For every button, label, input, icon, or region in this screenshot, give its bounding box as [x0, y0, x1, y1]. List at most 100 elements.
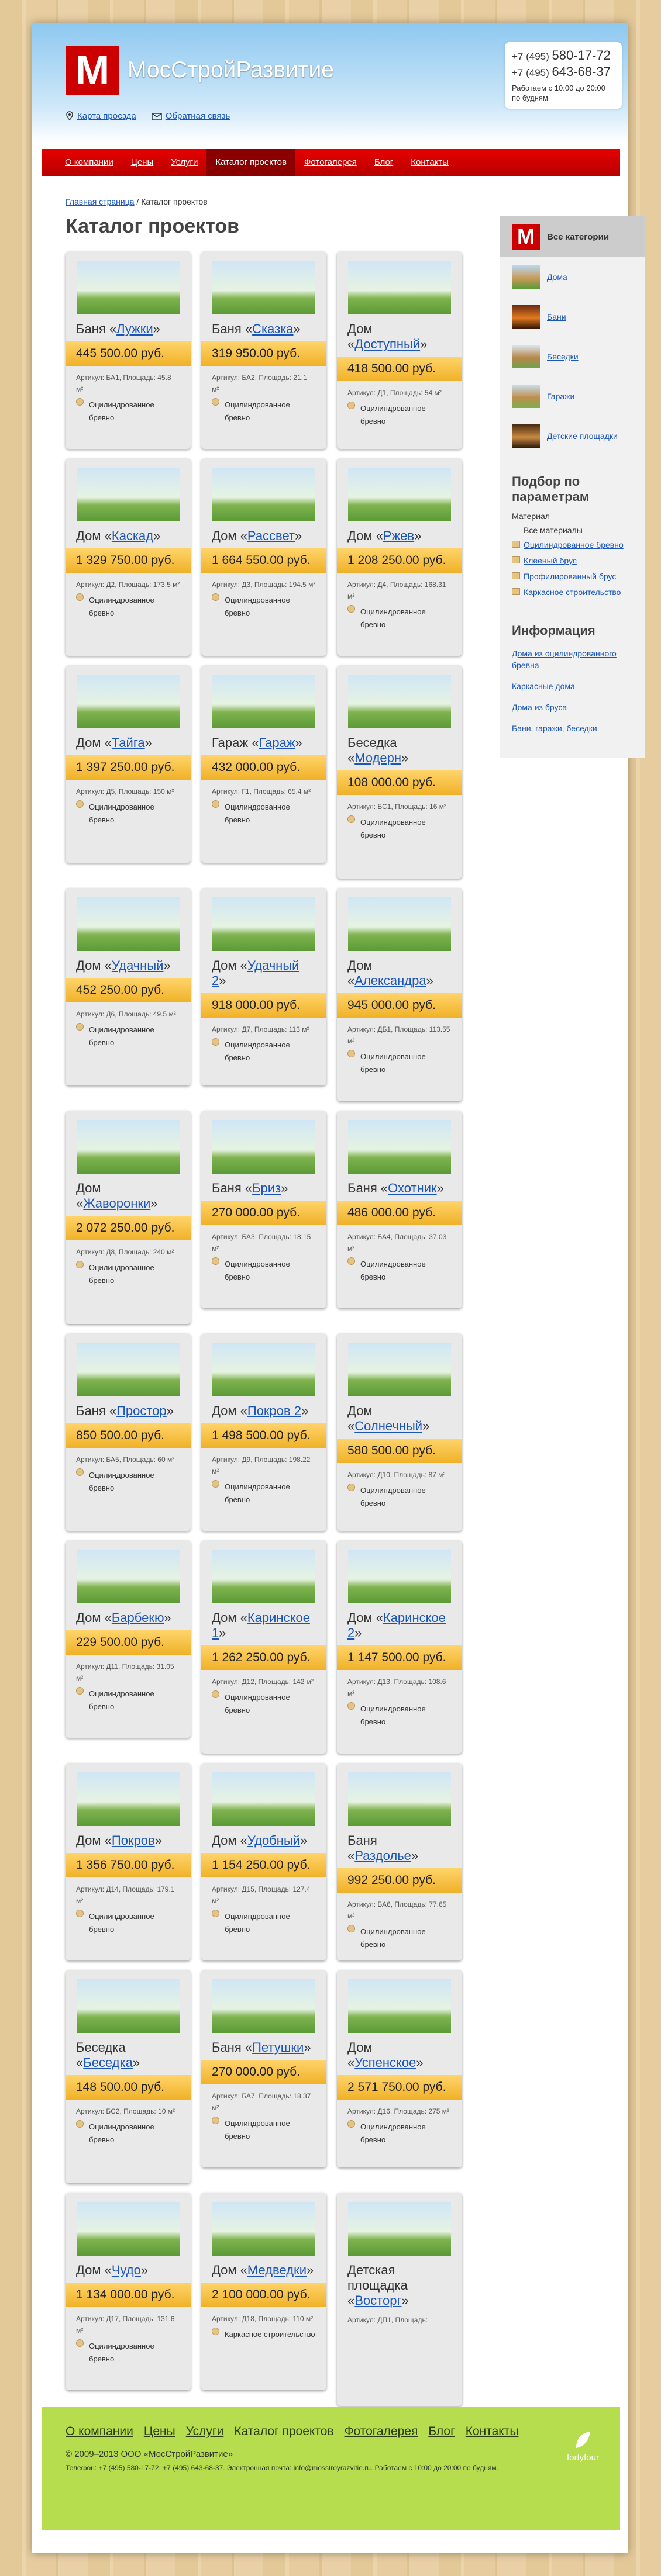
project-link[interactable]: Рассвет	[247, 528, 295, 543]
project-card[interactable]: Дом «Ржев» 1 208 250.00 руб. Артикул: Д4, …	[337, 458, 462, 656]
project-link[interactable]: Удачный	[112, 958, 164, 973]
project-image[interactable]	[77, 1550, 180, 1603]
project-image[interactable]	[212, 468, 315, 521]
project-image[interactable]	[77, 1772, 180, 1826]
project-link[interactable]: Беседка	[83, 2055, 133, 2070]
project-link[interactable]: Барбекю	[112, 1610, 164, 1625]
project-link[interactable]: Солнечный	[354, 1419, 422, 1433]
project-link[interactable]: Доступный	[354, 337, 420, 351]
project-card[interactable]: Дом «Барбекю» 229 500.00 руб. Артикул: Д11…	[66, 1540, 191, 1738]
project-link[interactable]: Покров 2	[247, 1403, 301, 1418]
project-card[interactable]: Дом «Рассвет» 1 664 550.00 руб. Артикул: Д…	[201, 458, 326, 656]
project-image[interactable]	[212, 1120, 315, 1174]
project-card[interactable]: Дом «Доступный» 418 500.00 руб. Артикул: Д…	[337, 251, 462, 449]
project-image[interactable]	[348, 1550, 451, 1603]
info-link[interactable]: Дома из бруса	[500, 697, 645, 718]
project-image[interactable]	[77, 468, 180, 521]
nav-item-prices[interactable]: Цены	[122, 149, 163, 176]
sidebar-item-gazebos[interactable]: Беседки	[500, 337, 645, 376]
info-link[interactable]: Каркасные дома	[500, 676, 645, 697]
project-link[interactable]: Восторг	[354, 2293, 401, 2308]
project-card[interactable]: Баня «Петушки» 270 000.00 руб. Артикул: БА…	[201, 1970, 326, 2167]
project-link[interactable]: Раздолье	[354, 1848, 411, 1863]
project-link[interactable]: Охотник	[388, 1181, 437, 1195]
project-card[interactable]: Дом «Удачный» 452 250.00 руб. Артикул: Д6,…	[66, 888, 191, 1085]
project-link[interactable]: Каскад	[112, 528, 153, 543]
project-link[interactable]: Ржев	[383, 528, 414, 543]
feedback-link[interactable]: Обратная связь	[152, 111, 230, 123]
project-card[interactable]: Беседка «Беседка» 148 500.00 руб. Артикул:…	[66, 1970, 191, 2183]
project-card[interactable]: Гараж «Гараж» 432 000.00 руб. Артикул: Г1,…	[201, 665, 326, 863]
project-image[interactable]	[348, 261, 451, 314]
project-link[interactable]: Медведки	[247, 2263, 307, 2277]
nav-item-services[interactable]: Услуги	[162, 149, 206, 176]
project-image[interactable]	[348, 1343, 451, 1396]
nav-item-contacts[interactable]: Контакты	[402, 149, 457, 176]
footer-link-gallery[interactable]: Фотогалерея	[345, 2425, 418, 2439]
project-image[interactable]	[77, 1343, 180, 1396]
project-image[interactable]	[348, 675, 451, 728]
project-link[interactable]: Бриз	[252, 1181, 281, 1195]
project-link[interactable]: Жаворонки	[83, 1196, 150, 1211]
project-card[interactable]: Дом «Покров 2» 1 498 500.00 руб. Артикул: …	[201, 1333, 326, 1531]
project-image[interactable]	[348, 1772, 451, 1826]
logo[interactable]: M МосСтройРазвитие	[66, 46, 334, 95]
project-card[interactable]: Баня «Сказка» 319 950.00 руб. Артикул: БА2…	[201, 251, 326, 449]
sidebar-item-saunas[interactable]: Бани	[500, 297, 645, 337]
project-image[interactable]	[348, 897, 451, 951]
nav-item-about[interactable]: О компании	[56, 149, 122, 176]
nav-item-blog[interactable]: Блог	[366, 149, 402, 176]
project-image[interactable]	[212, 1343, 315, 1396]
project-card[interactable]: Дом «Каринское 1» 1 262 250.00 руб. Артику…	[201, 1540, 326, 1754]
project-image[interactable]	[212, 1772, 315, 1826]
project-image[interactable]	[212, 1550, 315, 1603]
project-card[interactable]: Дом «Успенское» 2 571 750.00 руб. Артикул:…	[337, 1970, 462, 2167]
project-card[interactable]: Баня «Бриз» 270 000.00 руб. Артикул: БА3, …	[201, 1111, 326, 1308]
project-image[interactable]	[348, 468, 451, 521]
project-image[interactable]	[348, 1979, 451, 2033]
project-link[interactable]: Покров	[112, 1833, 155, 1848]
project-link[interactable]: Петушки	[252, 2040, 304, 2055]
footer-link-contacts[interactable]: Контакты	[466, 2425, 519, 2439]
map-link[interactable]: Карта проезда	[66, 111, 136, 123]
project-link[interactable]: Гараж	[259, 735, 295, 750]
nav-item-catalog[interactable]: Каталог проектов	[206, 149, 295, 176]
project-card[interactable]: Дом «Александра» 945 000.00 руб. Артикул: …	[337, 888, 462, 1101]
project-image[interactable]	[77, 675, 180, 728]
project-card[interactable]: Дом «Тайга» 1 397 250.00 руб. Артикул: Д5,…	[66, 665, 191, 863]
project-card[interactable]: Дом «Покров» 1 356 750.00 руб. Артикул: Д1…	[66, 1763, 191, 1960]
sidebar-item-playgrounds[interactable]: Детские площадки	[500, 416, 645, 456]
developer-logo[interactable]: fortyfour	[567, 2430, 599, 2463]
project-card[interactable]: Дом «Удобный» 1 154 250.00 руб. Артикул: Д…	[201, 1763, 326, 1960]
project-image[interactable]	[77, 897, 180, 951]
sidebar-all-categories[interactable]: M Все категории	[500, 216, 645, 257]
project-image[interactable]	[212, 2202, 315, 2256]
project-image[interactable]	[348, 2202, 451, 2256]
project-image[interactable]	[212, 675, 315, 728]
project-image[interactable]	[212, 261, 315, 314]
footer-link-prices[interactable]: Цены	[144, 2425, 175, 2439]
footer-link-blog[interactable]: Блог	[428, 2425, 455, 2439]
filter-all-materials[interactable]: Все материалы	[500, 523, 645, 537]
nav-item-gallery[interactable]: Фотогалерея	[295, 149, 366, 176]
project-image[interactable]	[77, 1979, 180, 2033]
footer-link-about[interactable]: О компании	[66, 2425, 133, 2439]
project-image[interactable]	[212, 1979, 315, 2033]
project-image[interactable]	[212, 897, 315, 951]
sidebar-item-garages[interactable]: Гаражи	[500, 376, 645, 416]
project-link[interactable]: Сказка	[252, 321, 293, 336]
project-link[interactable]: Александра	[354, 973, 426, 988]
filter-option[interactable]: Клееный брус	[500, 553, 645, 569]
info-link[interactable]: Дома из оцилиндрованного бревна	[500, 643, 645, 676]
project-link[interactable]: Успенское	[354, 2055, 416, 2070]
project-card[interactable]: Дом «Удачный 2» 918 000.00 руб. Артикул: Д…	[201, 888, 326, 1085]
project-card[interactable]: Дом «Каскад» 1 329 750.00 руб. Артикул: Д2…	[66, 458, 191, 656]
project-card[interactable]: Дом «Медведки» 2 100 000.00 руб. Артикул: …	[201, 2193, 326, 2390]
project-image[interactable]	[348, 1120, 451, 1174]
filter-option[interactable]: Профилированный брус	[500, 569, 645, 585]
project-card[interactable]: Беседка «Модерн» 108 000.00 руб. Артикул: …	[337, 665, 462, 879]
project-link[interactable]: Удобный	[247, 1833, 300, 1848]
project-link[interactable]: Простор	[116, 1403, 167, 1418]
project-card[interactable]: Баня «Простор» 850 500.00 руб. Артикул: БА…	[66, 1333, 191, 1531]
project-card[interactable]: Дом «Чудо» 1 134 000.00 руб. Артикул: Д17,…	[66, 2193, 191, 2390]
